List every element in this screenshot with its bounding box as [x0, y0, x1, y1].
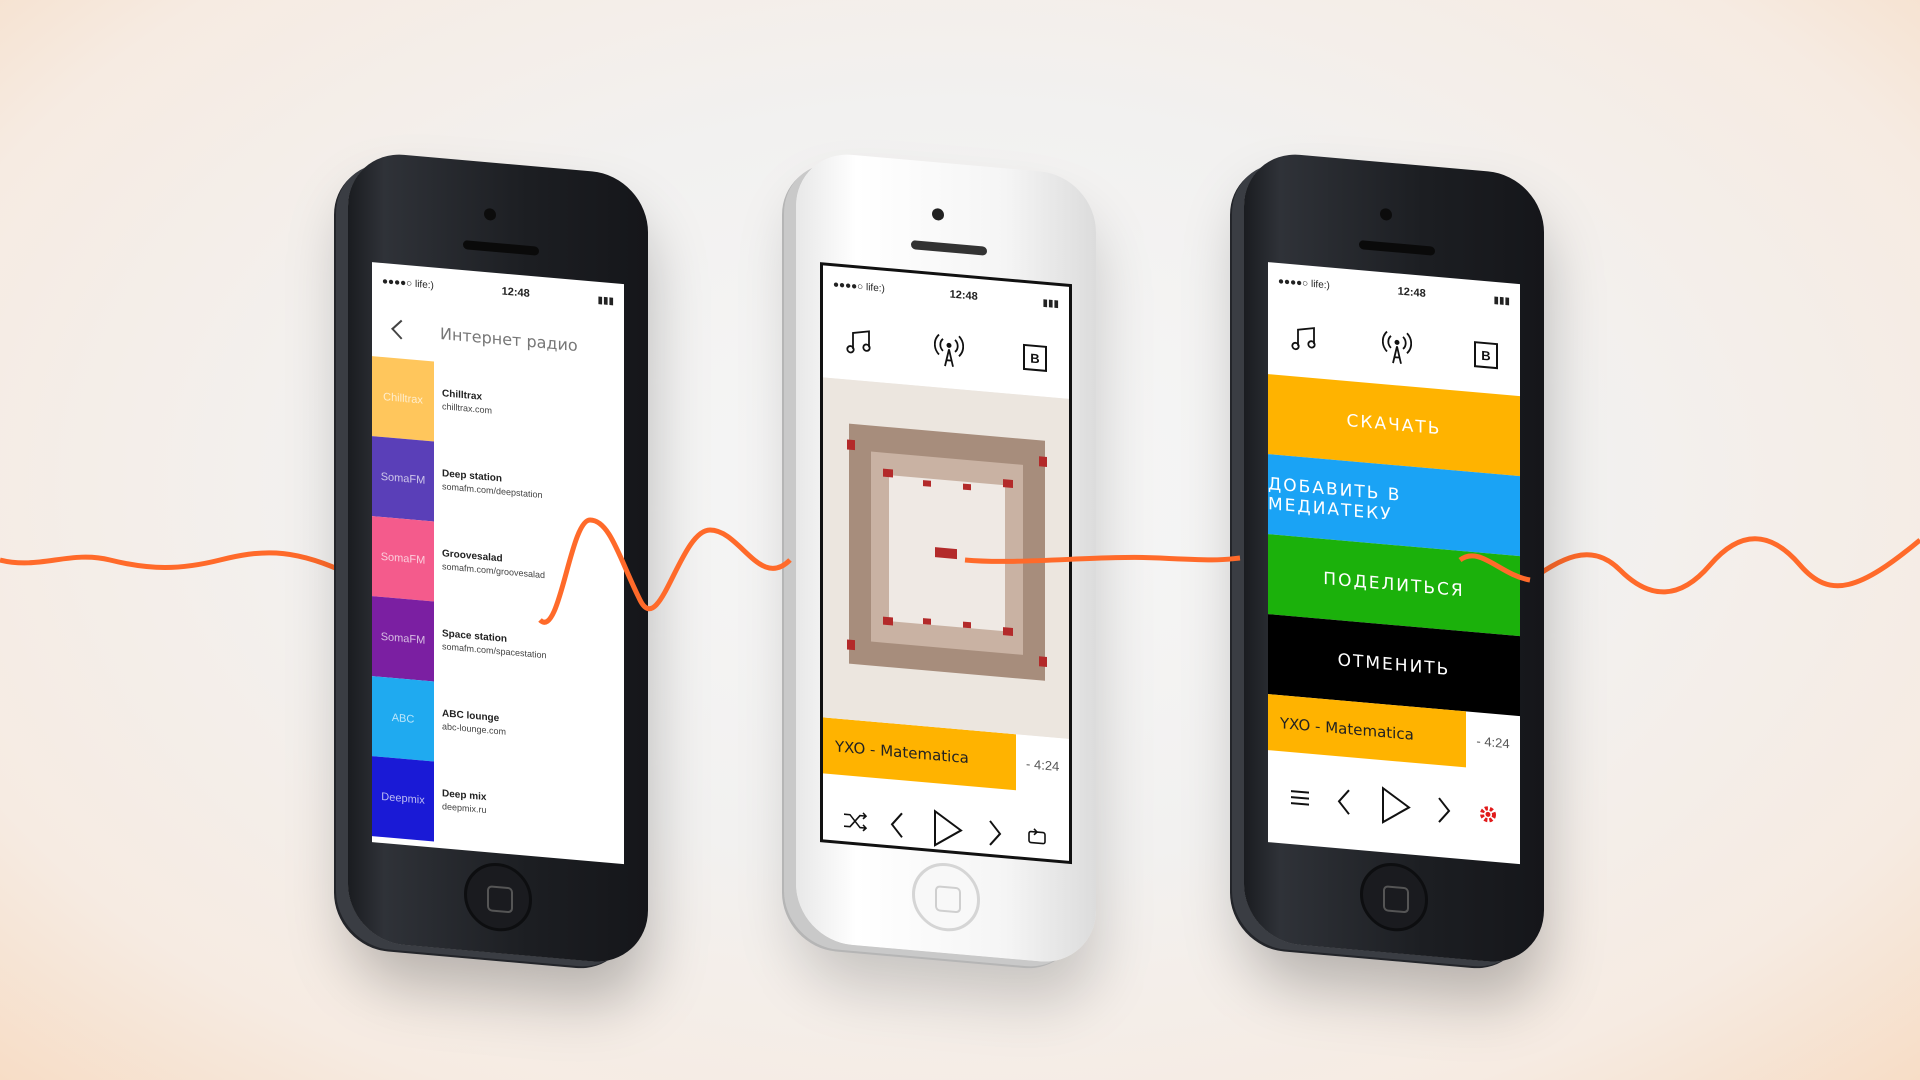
- play-icon[interactable]: [925, 806, 967, 852]
- repeat-icon[interactable]: [1020, 819, 1054, 856]
- earpiece-speaker: [911, 240, 987, 256]
- home-button[interactable]: [912, 860, 980, 935]
- station-url: deepmix.ru: [442, 801, 487, 816]
- station-tile: SomaFM: [372, 436, 434, 522]
- b-icon[interactable]: B: [1474, 341, 1498, 370]
- station-info: Chilltrax chilltrax.com: [434, 362, 492, 447]
- radio-tower-icon[interactable]: [934, 332, 964, 369]
- album-artwork: [823, 377, 1069, 739]
- previous-icon[interactable]: [881, 806, 915, 843]
- music-notes-icon[interactable]: [845, 326, 875, 359]
- phone-player: ●●●●○ life:) 12:48 ▮▮▮ B YXO - Matematic…: [796, 150, 1096, 967]
- radio-list-screen: ●●●●○ life:) 12:48 ▮▮▮ Интернет радио Ch…: [372, 262, 624, 865]
- play-icon[interactable]: [1373, 783, 1415, 829]
- battery-icon: ▮▮▮: [1042, 297, 1059, 310]
- station-list: Chilltrax Chilltrax chilltrax.com SomaFM Dee…: [372, 356, 624, 858]
- station-tile: ABC: [372, 676, 434, 762]
- home-button[interactable]: [1360, 860, 1428, 935]
- menu-icon[interactable]: [1283, 779, 1317, 816]
- next-icon[interactable]: [977, 815, 1011, 852]
- page-title: Интернет радио: [440, 323, 578, 355]
- actions-screen: ●●●●○ life:) 12:48 ▮▮▮ B СКАЧАТЬ ДОБАВИТЬ…: [1268, 262, 1520, 865]
- next-icon[interactable]: [1426, 792, 1460, 829]
- station-url: chilltrax.com: [442, 401, 493, 416]
- radio-tower-icon[interactable]: [1382, 329, 1412, 366]
- front-camera: [932, 207, 944, 221]
- player-screen: ●●●●○ life:) 12:48 ▮▮▮ B YXO - Matematic…: [820, 262, 1072, 865]
- previous-icon[interactable]: [1328, 783, 1362, 820]
- battery-icon: ▮▮▮: [597, 294, 614, 307]
- station-tile: SomaFM: [372, 596, 434, 682]
- settings-gear-icon[interactable]: [1471, 796, 1505, 833]
- b-icon[interactable]: B: [1023, 343, 1047, 372]
- phone-radio-list: ●●●●○ life:) 12:48 ▮▮▮ Интернет радио Ch…: [348, 150, 648, 967]
- carrier-label: ●●●●○ life:): [833, 278, 885, 295]
- clock: 12:48: [501, 285, 530, 300]
- carrier-label: ●●●●○ life:): [382, 275, 434, 292]
- phone-actions: ●●●●○ life:) 12:48 ▮▮▮ B СКАЧАТЬ ДОБАВИТЬ…: [1244, 150, 1544, 967]
- shuffle-icon[interactable]: [838, 803, 872, 840]
- station-tile: Deepmix: [372, 756, 434, 842]
- station-info: Deep station somafm.com/deepstation: [434, 442, 543, 531]
- carrier-label: ●●●●○ life:): [1278, 275, 1330, 292]
- artwork-image: [823, 377, 1069, 739]
- back-chevron-icon[interactable]: [391, 319, 411, 340]
- earpiece-speaker: [463, 240, 539, 256]
- station-info: Space station somafm.com/spacestation: [434, 602, 547, 692]
- track-time-remaining: - 4:24: [1476, 732, 1510, 751]
- station-info: ABC lounge abc-lounge.com: [434, 682, 506, 768]
- clock: 12:48: [949, 288, 978, 303]
- front-camera: [484, 207, 496, 221]
- earpiece-speaker: [1359, 240, 1435, 256]
- front-camera: [1380, 207, 1392, 221]
- station-tile: Chilltrax: [372, 356, 434, 442]
- action-sheet: СКАЧАТЬ ДОБАВИТЬ В МЕДИАТЕКУ ПОДЕЛИТЬСЯ ОТМ…: [1268, 374, 1520, 717]
- home-button[interactable]: [464, 860, 532, 935]
- station-tile: SomaFM: [372, 516, 434, 602]
- station-info: Deep mix deepmix.ru: [434, 762, 487, 847]
- station-info: Groovesalad somafm.com/groovesalad: [434, 522, 545, 612]
- track-time-remaining: - 4:24: [1026, 755, 1060, 774]
- clock: 12:48: [1397, 285, 1426, 300]
- battery-icon: ▮▮▮: [1493, 294, 1510, 307]
- music-notes-icon[interactable]: [1290, 323, 1320, 356]
